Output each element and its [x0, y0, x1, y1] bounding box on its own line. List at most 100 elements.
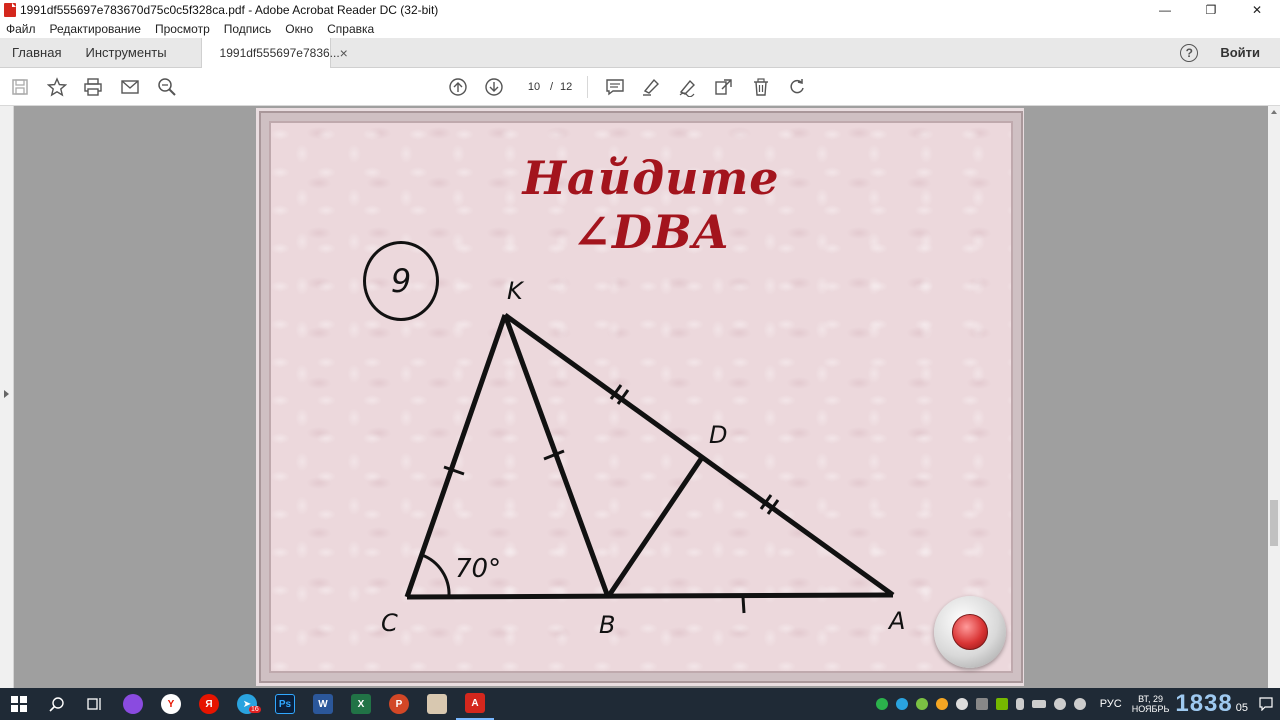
tab-tools[interactable]: Инструменты [73, 38, 178, 68]
scroll-up-arrow-icon[interactable] [1271, 110, 1277, 114]
word-icon: W [313, 694, 333, 714]
monitor-tray-icon[interactable] [975, 698, 988, 710]
battery-icon[interactable] [1031, 700, 1046, 708]
clock[interactable]: ВТ, 29 НОЯБРЬ 1838 05 [1132, 690, 1248, 718]
photo-app-icon [427, 694, 447, 714]
menu-window[interactable]: Окно [285, 22, 313, 36]
whatsapp-tray-icon[interactable] [875, 698, 888, 710]
excel-icon: X [351, 694, 371, 714]
taskbar-word[interactable]: W [304, 688, 342, 720]
angle-value-label: 70° [455, 554, 501, 584]
document-viewport[interactable]: Найдите ∠DBA 9 K D C B A 70° [0, 106, 1280, 688]
previous-page-icon[interactable] [448, 77, 468, 97]
total-pages: 12 [560, 81, 573, 93]
document-tab-label: 1991df555697e7836... [219, 45, 340, 60]
page-separator: / [550, 81, 554, 93]
seconds-display: 05 [1235, 702, 1248, 714]
yandex-tray-icon[interactable] [955, 698, 968, 710]
rotate-icon[interactable] [787, 77, 807, 97]
menu-file[interactable]: Файл [6, 22, 36, 36]
taskbar-photo-app[interactable] [418, 688, 456, 720]
tab-bar: Главная Инструменты 1991df555697e7836...… [0, 37, 1280, 68]
title-bar: 1991df555697e783670d75c0c5f328ca.pdf - A… [0, 0, 1280, 20]
minimize-button[interactable]: — [1142, 0, 1188, 20]
highlight-pen-icon[interactable] [641, 77, 661, 97]
record-dot-icon [952, 614, 988, 650]
toolbar-divider [587, 76, 588, 98]
right-gray-area [1024, 106, 1268, 688]
close-window-button[interactable]: ✕ [1234, 0, 1280, 20]
next-page-icon[interactable] [484, 77, 504, 97]
menu-view[interactable]: Просмотр [155, 22, 210, 36]
pdf-file-icon [4, 3, 16, 17]
restore-button[interactable]: ❐ [1188, 0, 1234, 20]
scrollbar-thumb[interactable] [1270, 500, 1278, 546]
language-indicator[interactable]: РУС [1100, 698, 1122, 710]
vertex-k-label: K [507, 277, 525, 305]
orange-app-tray-icon[interactable] [935, 698, 948, 710]
taskbar-alice[interactable] [114, 688, 152, 720]
angle-c-arc [421, 553, 451, 597]
menu-sign[interactable]: Подпись [224, 22, 272, 36]
microphone-tray-icon[interactable] [1015, 698, 1024, 710]
segment-ka [503, 312, 895, 598]
volume-icon[interactable] [1073, 698, 1086, 710]
slide-content: Найдите ∠DBA 9 K D C B A 70° [269, 121, 1013, 673]
powerpoint-icon: P [389, 694, 409, 714]
notification-center-button[interactable] [1252, 688, 1280, 720]
date-day: ВТ, 29 [1138, 694, 1163, 704]
signin-button[interactable]: Войти [1220, 45, 1260, 60]
wifi-icon[interactable] [1053, 698, 1066, 710]
help-button[interactable]: ? [1180, 43, 1199, 62]
segment-kb [502, 314, 611, 598]
yandex-icon: Я [199, 694, 219, 714]
pdf-page: Найдите ∠DBA 9 K D C B A 70° [256, 108, 1026, 686]
acrobat-icon: A [465, 693, 485, 713]
email-icon[interactable] [120, 77, 140, 97]
acrobat-window: 1991df555697e783670d75c0c5f328ca.pdf - A… [0, 0, 1280, 720]
notification-icon [1259, 697, 1273, 711]
green-app-tray-icon[interactable] [915, 698, 928, 710]
task-view-button[interactable] [76, 688, 114, 720]
vertical-scrollbar[interactable] [1268, 106, 1280, 688]
vertex-c-label: C [381, 609, 398, 637]
windows-taskbar: Y Я ➤ 16 Ps W X P A РУС ВТ, 29 НОЯБРЬ 18… [0, 688, 1280, 720]
start-button[interactable] [0, 688, 38, 720]
comment-icon[interactable] [605, 77, 625, 97]
print-icon[interactable] [83, 77, 103, 97]
vertex-a-label: A [887, 607, 905, 635]
date-display: ВТ, 29 НОЯБРЬ [1132, 694, 1170, 714]
nvidia-tray-icon[interactable] [995, 698, 1008, 710]
taskbar-yandex-browser[interactable]: Y [152, 688, 190, 720]
taskbar-excel[interactable]: X [342, 688, 380, 720]
save-icon[interactable] [10, 77, 30, 97]
tab-document[interactable]: 1991df555697e7836... × [200, 37, 348, 68]
window-title: 1991df555697e783670d75c0c5f328ca.pdf - A… [20, 3, 439, 17]
segment-ca [406, 592, 894, 600]
zoom-search-icon[interactable] [157, 77, 177, 97]
taskbar-yandex[interactable]: Я [190, 688, 228, 720]
left-panel-rail[interactable] [0, 106, 14, 688]
close-tab-button[interactable]: × [340, 45, 348, 61]
share-edit-icon[interactable] [714, 77, 734, 97]
taskbar-search[interactable] [38, 688, 76, 720]
system-tray: РУС ВТ, 29 НОЯБРЬ 1838 05 [872, 688, 1280, 720]
current-page-input[interactable]: 10 [520, 78, 548, 96]
vertex-d-label: D [709, 421, 727, 449]
windows-logo-icon [11, 696, 27, 712]
taskbar-acrobat[interactable]: A [456, 688, 494, 720]
menu-edit[interactable]: Редактирование [50, 22, 141, 36]
taskbar-powerpoint[interactable]: P [380, 688, 418, 720]
sign-icon[interactable] [678, 77, 698, 97]
taskbar-photoshop[interactable]: Ps [266, 688, 304, 720]
geometry-figure: K D C B A 70° [381, 277, 905, 639]
bookmark-star-icon[interactable] [47, 77, 67, 97]
delete-trash-icon[interactable] [751, 77, 771, 97]
telegram-tray-icon[interactable] [895, 698, 908, 710]
tick-ba [741, 596, 746, 614]
menu-help[interactable]: Справка [327, 22, 374, 36]
expand-panel-arrow-icon[interactable] [4, 390, 9, 398]
taskbar-telegram[interactable]: ➤ 16 [228, 688, 266, 720]
record-button[interactable] [934, 596, 1006, 668]
tab-home[interactable]: Главная [0, 38, 73, 68]
